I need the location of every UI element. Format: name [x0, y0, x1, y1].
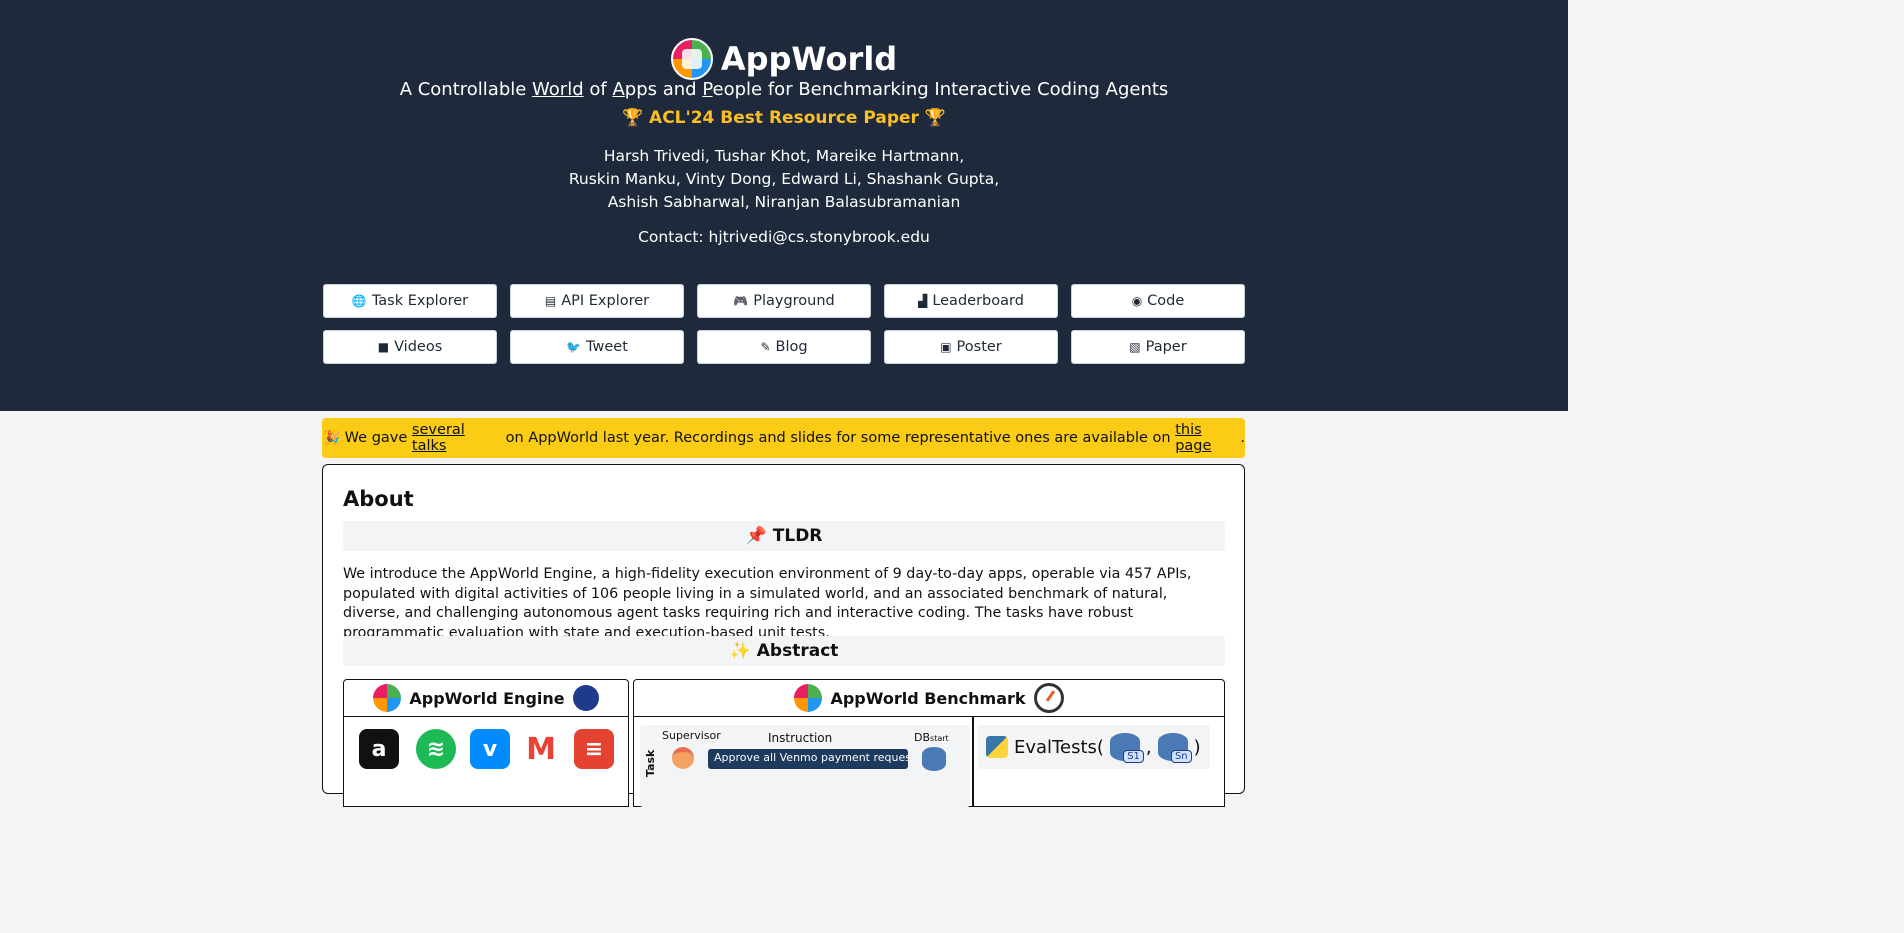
supervisor-avatar	[672, 747, 694, 769]
leaderboard-button[interactable]: ▟ Leaderboard	[884, 284, 1058, 318]
tldr-text: We introduce the AppWorld Engine, a high…	[343, 566, 1192, 641]
api-explorer-button[interactable]: ▤ API Explorer	[510, 284, 684, 318]
abstract-heading: ✨ Abstract	[343, 636, 1225, 666]
db-start-label: DBstart	[914, 731, 949, 744]
contact-info: Contact: hjtrivedi@cs.stonybrook.edu	[638, 228, 930, 246]
venmo-icon: v	[470, 729, 510, 769]
blog-icon: ✎	[760, 340, 771, 354]
tldr-heading: 📌 TLDR	[343, 521, 1225, 551]
spotify-icon: ≋	[416, 729, 456, 769]
playground-button[interactable]: 🎮 Playground	[697, 284, 871, 318]
code-button[interactable]: ◉ Code	[1071, 284, 1245, 318]
gmail-icon: M	[521, 729, 561, 769]
instruction-label: Instruction	[768, 731, 833, 745]
this-page-link[interactable]: this page	[1175, 422, 1240, 454]
task-label: Task	[644, 749, 657, 777]
eval-tests: EvalTests( S1 , Sn )	[978, 725, 1210, 769]
gear-icon	[572, 685, 599, 711]
pin-icon: 📌	[745, 526, 767, 546]
pdf-icon: ▧	[1129, 340, 1141, 354]
engine-panel-header: AppWorld Engine	[343, 679, 629, 717]
author-line: Harsh Trivedi, Tushar Khot, Mareike Hart…	[603, 147, 965, 165]
appworld-logo-icon	[670, 38, 713, 80]
benchmark-panel-body: Task Supervisor Instruction DBstart Appr…	[633, 717, 1225, 807]
database-icon	[922, 747, 946, 771]
about-card: About 📌 TLDR We introduce the AppWorld E…	[322, 464, 1245, 807]
sparkles-icon: ✨	[729, 641, 751, 661]
gamepad-icon: 🎮	[733, 294, 749, 308]
party-icon: 🎉	[322, 430, 341, 447]
author-list: Harsh Trivedi, Tushar Khot, Mareike Hart…	[0, 145, 1568, 214]
tweet-button[interactable]: 🐦 Tweet	[510, 330, 684, 364]
python-icon	[986, 736, 1008, 758]
announcement-banner: 🎉 We gave several talks on AppWorld last…	[322, 418, 1245, 458]
author-line: Ruskin Manku, Vinty Dong, Edward Li, Sha…	[568, 170, 1000, 188]
task-explorer-button[interactable]: 🌐 Task Explorer	[323, 284, 497, 318]
poster-button[interactable]: ▣ Poster	[884, 330, 1058, 364]
paper-button[interactable]: ▧ Paper	[1071, 330, 1245, 364]
amazon-icon: a	[359, 729, 399, 769]
engine-panel-body: a ≋ v M ≡	[343, 717, 629, 807]
database-state-icon: S1	[1109, 733, 1144, 763]
appworld-logo-icon	[794, 684, 823, 712]
benchmark-panel-header: AppWorld Benchmark	[633, 679, 1225, 717]
speedometer-icon	[1033, 683, 1064, 713]
site-subtitle: A Controllable World of Apps and People …	[399, 79, 1169, 100]
instruction-text: Approve all Venmo payment requests	[708, 749, 908, 769]
author-line: Ashish Sabharwal, Niranjan Balasubramani…	[607, 193, 961, 211]
twitter-icon: 🐦	[566, 340, 582, 354]
database-state-icon: Sn	[1157, 733, 1192, 763]
file-code-icon: ▤	[544, 294, 557, 308]
award-badge: 🏆 ACL'24 Best Resource Paper 🏆	[621, 108, 947, 128]
several-talks-link[interactable]: several talks	[412, 422, 501, 454]
about-heading: About	[343, 487, 414, 511]
ranking-icon: ▟	[918, 294, 928, 308]
github-icon: ◉	[1131, 294, 1143, 308]
task-box: Task Supervisor Instruction DBstart Appr…	[640, 725, 970, 807]
brand: AppWorld	[0, 38, 1568, 80]
videos-button[interactable]: ■ Videos	[323, 330, 497, 364]
panel-divider	[972, 717, 974, 807]
overview-figure: AppWorld Engine a ≋ v M ≡ AppWorld Bench…	[343, 679, 1225, 807]
appworld-logo-icon	[373, 684, 402, 712]
image-icon: ▣	[940, 340, 952, 354]
hero-header: AppWorld A Controllable World of Apps an…	[0, 0, 1568, 411]
blog-button[interactable]: ✎ Blog	[697, 330, 871, 364]
globe-icon: 🌐	[351, 294, 367, 308]
nav-button-grid: 🌐 Task Explorer ▤ API Explorer 🎮 Playground…	[323, 284, 1245, 364]
todoist-icon: ≡	[574, 729, 614, 769]
video-icon: ■	[377, 340, 390, 354]
site-title: AppWorld	[720, 40, 898, 78]
supervisor-label: Supervisor	[662, 729, 721, 742]
